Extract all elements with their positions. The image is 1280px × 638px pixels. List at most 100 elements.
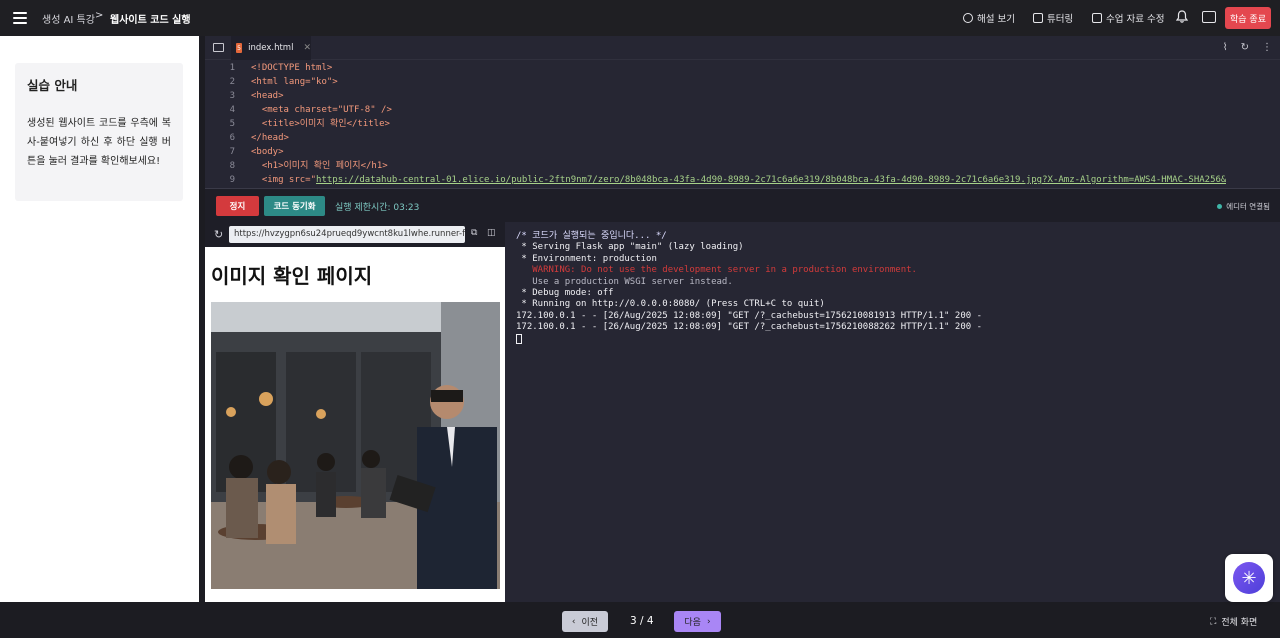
cursor-icon [516,333,522,344]
refresh-icon[interactable]: ↻ [1241,42,1249,53]
tab-index-html[interactable]: 5 index.html ✕ [231,36,311,60]
terminal-line: Use a production WSGI server instead. [516,276,733,287]
open-external-icon[interactable]: ⧉ [471,228,477,238]
top-bar: 생성 AI 특강 > 웹사이트 코드 실행 해설 보기 튜터링 수업 자료 수정… [0,0,1280,36]
split-view-icon[interactable]: ◫ [487,228,496,238]
prev-button[interactable]: ‹ 이전 [562,611,608,632]
solution-button[interactable]: 해설 보기 [963,11,1015,25]
browser-preview: ↻ https://hvzygpn6su24prueqd9ywcnt8ku1lw… [205,222,505,602]
chat-icon[interactable] [1202,11,1216,23]
terminal-line: * Serving Flask app "main" (lazy loading… [516,242,744,253]
sparkle-icon: ✳ [1233,562,1265,594]
line-number: 2 [229,77,235,87]
close-icon[interactable]: ✕ [303,43,311,53]
code-text: <h1>이미지 확인 페이지</h1> [251,161,388,171]
check-circle-icon [963,13,973,23]
terminal-line: * Running on http://0.0.0.0:8080/ (Press… [516,299,825,310]
fullscreen-button[interactable]: ⛶ 전체 화면 [1210,615,1258,629]
terminal-line: /* 코드가 실행되는 중입니다... */ [516,231,667,241]
code-text: <body> [251,147,284,157]
code-text: <title>이미지 확인</title> [251,119,390,129]
code-url[interactable]: https://datahub-central-01.elice.io/publ… [316,175,1226,185]
solution-label: 해설 보기 [977,14,1015,25]
code-line: 5 <title>이미지 확인</title> [205,117,1280,131]
tutoring-button[interactable]: 튜터링 [1033,11,1073,25]
code-area[interactable]: 1 <!DOCTYPE html> 2 <html lang="ko"> 3 <hea… [205,61,1280,187]
editor-tools: ⌇ ↻ ⋮ [1223,42,1272,53]
guide-text: 생성된 웹사이트 코드를 우측에 복사-붙여넣기 하신 후 하단 실행 버튼을 … [27,118,171,167]
folder-icon[interactable] [213,43,224,52]
more-icon[interactable]: ⋮ [1262,42,1272,53]
message-icon [1033,13,1043,23]
connection-status: 에디터 연결됨 [1217,201,1270,212]
code-text: <!DOCTYPE html> [251,63,333,73]
breadcrumb-current: 웹사이트 코드 실행 [110,15,191,26]
line-number: 7 [229,147,235,157]
line-number: 1 [229,63,235,73]
menu-icon[interactable] [13,12,27,24]
stop-button[interactable]: 정지 [216,196,259,216]
page-indicator: 3 / 4 [630,615,654,627]
paperclip-icon[interactable]: ⌇ [1223,42,1228,53]
status-dot-icon [1217,204,1223,209]
code-line: 1 <!DOCTYPE html> [205,61,1280,75]
reload-icon[interactable]: ↻ [214,228,223,241]
next-button[interactable]: 다음 › [674,611,721,632]
terminal-line: WARNING: Do not use the development serv… [516,265,917,276]
edit-material-label: 수업 자료 수정 [1106,14,1165,25]
url-field[interactable]: https://hvzygpn6su24prueqd9ywcnt8ku1lwhe… [229,226,465,243]
chevron-right-icon: › [706,616,711,627]
code-text: <img src=" [251,175,317,185]
code-line: 9 <img src="https://datahub-central-01.e… [205,173,1280,187]
html5-icon: 5 [236,43,243,53]
file-name: index.html [248,43,294,53]
line-number: 4 [229,105,235,115]
breadcrumb-separator-icon: > [95,10,104,21]
guide-panel: 실습 안내 생성된 웹사이트 코드를 우측에 복사-붙여넣기 하신 후 하단 실… [0,36,199,602]
line-number: 5 [229,119,235,129]
terminal-line: 172.100.0.1 - - [26/Aug/2025 12:08:09] "… [516,322,982,333]
code-line: 2 <html lang="ko"> [205,75,1280,89]
bottom-bar: ‹ 이전 3 / 4 다음 › ⛶ 전체 화면 [0,602,1280,638]
line-number: 3 [229,91,235,101]
code-line: 3 <head> [205,89,1280,103]
terminal-line: 172.100.0.1 - - [26/Aug/2025 12:08:09] "… [516,310,982,321]
code-editor[interactable]: 5 index.html ✕ ⌇ ↻ ⋮ 1 <!DOCTYPE html> 2 <… [205,36,1280,188]
ai-assistant-button[interactable]: ✳ [1225,554,1273,602]
terminal-cursor-line [516,333,1280,345]
code-text: <head> [251,91,284,101]
editor-tabbar: 5 index.html ✕ ⌇ ↻ ⋮ [205,36,1280,60]
next-label: 다음 [684,618,701,628]
chevron-left-icon: ‹ [571,616,576,627]
code-line: 7 <body> [205,145,1280,159]
edit-material-button[interactable]: 수업 자료 수정 [1092,11,1164,25]
line-number: 9 [229,175,235,185]
guide-title: 실습 안내 [27,78,78,93]
prev-label: 이전 [581,618,599,628]
browser-toolbar: ↻ https://hvzygpn6su24prueqd9ywcnt8ku1lw… [205,222,505,247]
connection-label: 에디터 연결됨 [1226,202,1270,211]
fullscreen-icon: ⛶ [1210,616,1217,627]
breadcrumb-course[interactable]: 생성 AI 특강 [42,11,95,26]
run-controls: 정지 코드 동기화 실행 제한시간: 03:23 에디터 연결됨 [205,188,1280,222]
terminal-line: * Environment: production [516,253,657,264]
preview-image [211,302,500,589]
guide-card: 실습 안내 생성된 웹사이트 코드를 우측에 복사-붙여넣기 하신 후 하단 실… [15,63,183,201]
code-text: </head> [251,133,289,143]
code-line: 4 <meta charset="UTF-8" /> [205,103,1280,117]
terminal-line: * Debug mode: off [516,287,614,298]
time-limit: 실행 제한시간: 03:23 [335,203,420,213]
preview-heading: 이미지 확인 페이지 [211,264,373,288]
tutoring-label: 튜터링 [1047,14,1074,25]
fullscreen-label: 전체 화면 [1221,618,1258,628]
terminal-output[interactable]: /* 코드가 실행되는 중입니다... */ * Serving Flask a… [505,222,1280,602]
code-text: <html lang="ko"> [251,77,338,87]
line-number: 6 [229,133,235,143]
bell-icon[interactable] [1176,10,1188,23]
code-text: <meta charset="UTF-8" /> [251,105,392,115]
sync-code-button[interactable]: 코드 동기화 [264,196,325,216]
edit-icon [1092,13,1102,23]
code-line: 8 <h1>이미지 확인 페이지</h1> [205,159,1280,173]
code-line: 6 </head> [205,131,1280,145]
end-learning-button[interactable]: 학습 종료 [1225,7,1271,29]
